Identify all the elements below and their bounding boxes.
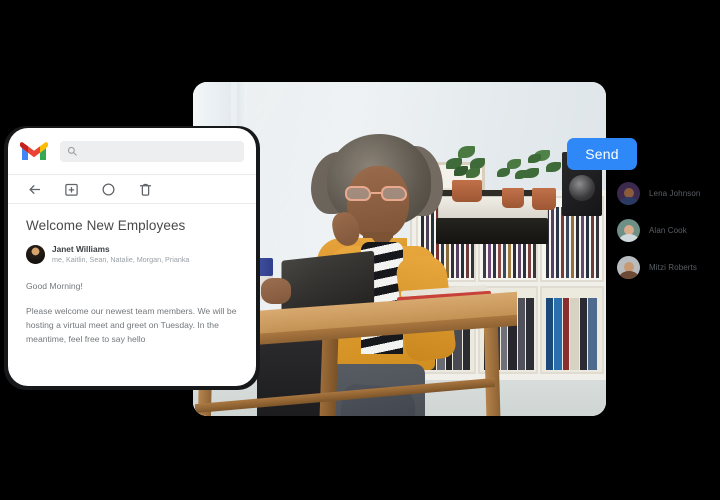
archive-icon[interactable] (64, 182, 79, 197)
gmail-action-toolbar (8, 174, 256, 204)
back-arrow-icon[interactable] (27, 182, 42, 197)
mark-unread-circle-icon[interactable] (101, 182, 116, 197)
email-sender-row: Janet Williams me, Kaitlin, Sean, Natali… (26, 244, 238, 266)
trash-icon[interactable] (138, 182, 153, 197)
email-body: Welcome New Employees Janet Williams me,… (8, 204, 256, 347)
avatar (617, 182, 640, 205)
email-paragraph-message: Please welcome our newest team members. … (26, 305, 237, 344)
contact-item-1[interactable]: Alan Cook (617, 219, 700, 242)
contact-list: Lena Johnson Alan Cook Mitzi Roberts (617, 182, 700, 279)
send-button[interactable]: Send (567, 138, 637, 170)
search-bar[interactable] (60, 140, 244, 162)
contact-item-0[interactable]: Lena Johnson (617, 182, 700, 205)
contact-name: Lena Johnson (649, 189, 701, 198)
contact-item-2[interactable]: Mitzi Roberts (617, 256, 700, 279)
search-input[interactable] (83, 146, 237, 156)
email-recipients: me, Kaitlin, Sean, Natalie, Morgan, Pria… (52, 255, 190, 265)
gmail-card: Welcome New Employees Janet Williams me,… (8, 128, 256, 386)
gmail-m-logo-icon (20, 141, 48, 160)
search-icon (67, 146, 77, 156)
contact-name: Mitzi Roberts (649, 263, 697, 272)
email-paragraph-greeting: Good Morning! (26, 280, 83, 291)
gmail-top-bar (8, 128, 256, 174)
contact-name: Alan Cook (649, 226, 687, 235)
sender-name: Janet Williams (52, 244, 110, 254)
email-subject: Welcome New Employees (26, 218, 186, 233)
sender-avatar (26, 245, 45, 264)
avatar (617, 256, 640, 279)
avatar (617, 219, 640, 242)
screenshot-stage: Welcome New Employees Janet Williams me,… (0, 0, 720, 500)
